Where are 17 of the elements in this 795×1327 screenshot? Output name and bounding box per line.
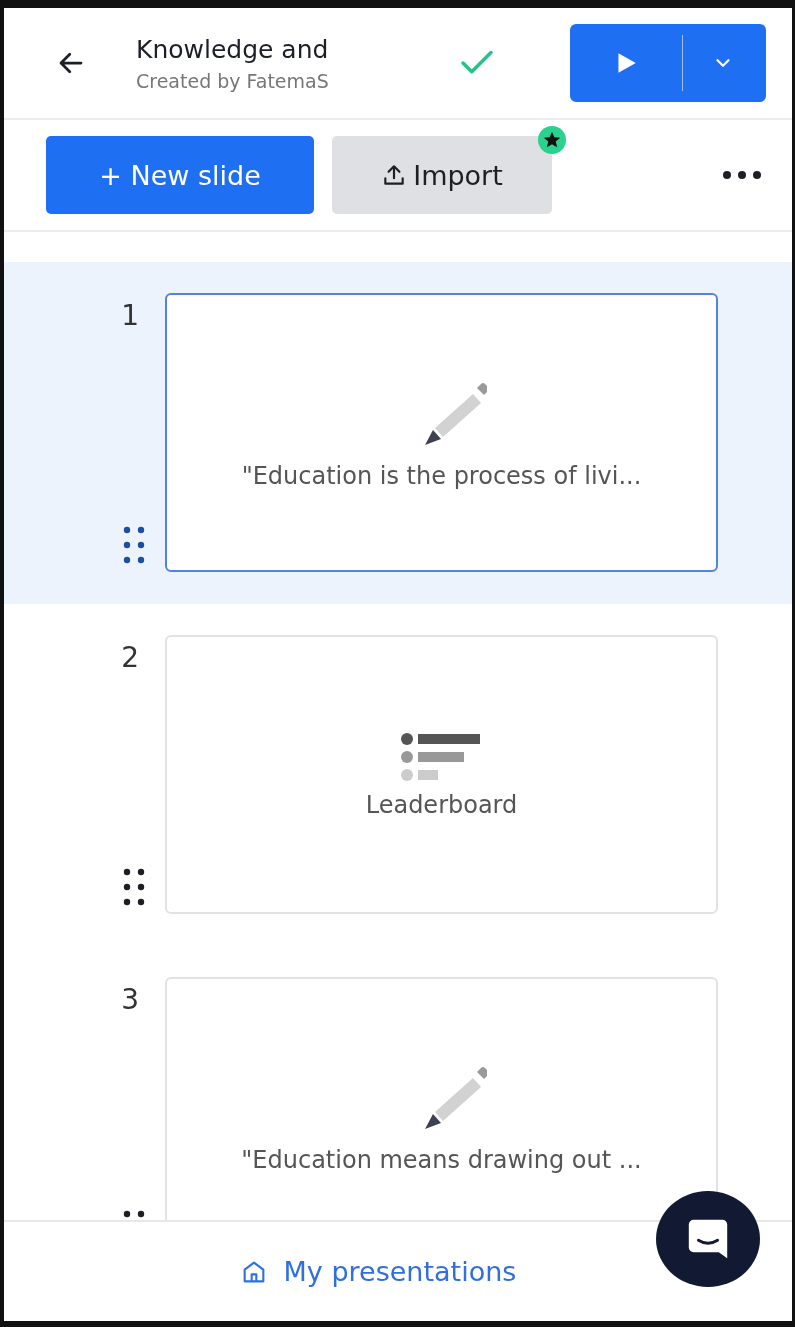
slide-thumbnail[interactable]: "Education is the process of livi... <box>165 293 718 572</box>
slide-number: 3 <box>121 983 139 1016</box>
new-slide-button[interactable]: + New slide <box>46 136 314 214</box>
drag-handle-icon[interactable] <box>123 868 145 906</box>
slide-caption: "Education means drawing out ... <box>241 1145 642 1174</box>
drag-handle-icon[interactable] <box>123 526 145 564</box>
more-options-icon[interactable] <box>722 170 762 180</box>
slide-thumbnail[interactable]: "Education means drawing out ... <box>165 977 718 1220</box>
slide-caption: "Education is the process of livi... <box>241 461 642 490</box>
import-button[interactable]: Import <box>332 136 552 214</box>
slide-number: 1 <box>121 299 139 332</box>
slide-thumbnail[interactable]: Leaderboard <box>165 635 718 914</box>
slide-number: 2 <box>121 641 139 674</box>
presentation-title[interactable]: Knowledge and <box>136 34 416 64</box>
slide-caption: Leaderboard <box>365 790 518 819</box>
my-presentations-link[interactable]: My presentations <box>239 1256 517 1287</box>
author-label: Created by FatemaS <box>136 69 330 92</box>
